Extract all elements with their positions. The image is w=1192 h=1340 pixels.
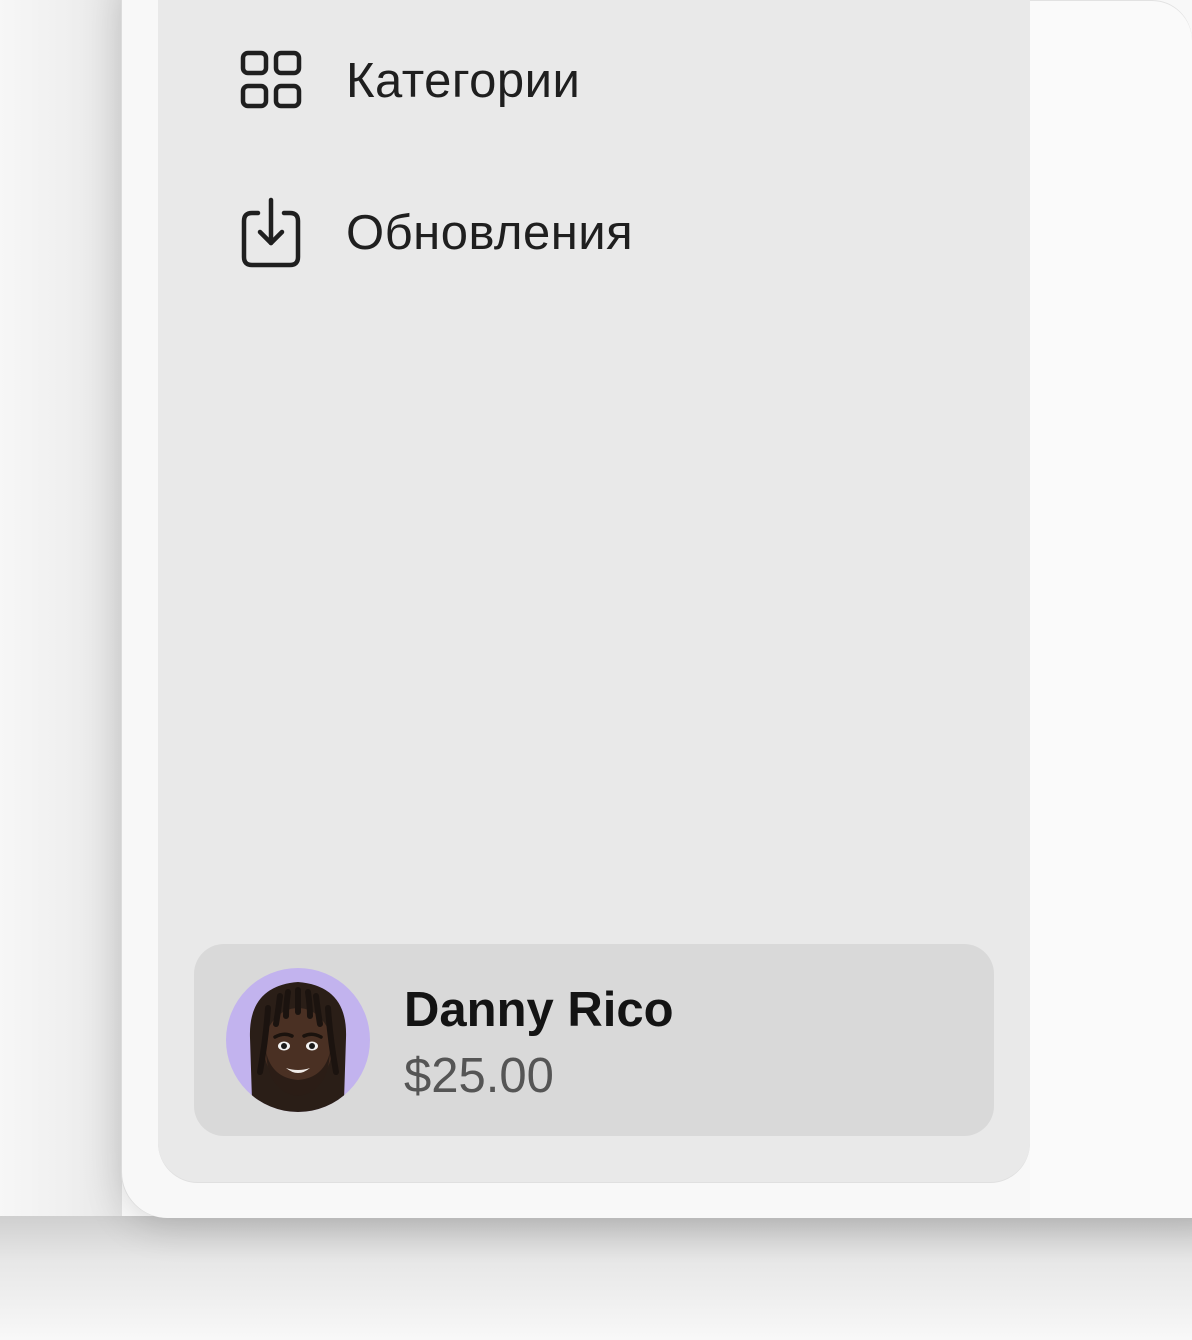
avatar — [226, 968, 370, 1112]
desktop-shadow-bottom — [0, 1216, 1192, 1340]
sidebar-item-categories[interactable]: Категории — [240, 46, 580, 116]
download-tray-icon — [240, 197, 302, 268]
account-button[interactable]: Danny Rico $25.00 — [194, 944, 994, 1136]
grid-icon — [240, 46, 302, 116]
main-content-area — [1030, 0, 1192, 1218]
account-balance: $25.00 — [404, 1049, 554, 1103]
sidebar-item-label: Категории — [346, 54, 581, 108]
sidebar-item-label: Обновления — [346, 206, 634, 260]
desktop-shadow-left — [0, 0, 122, 1340]
user-name: Danny Rico — [404, 983, 674, 1037]
sidebar-item-updates[interactable]: Обновления — [240, 197, 634, 268]
